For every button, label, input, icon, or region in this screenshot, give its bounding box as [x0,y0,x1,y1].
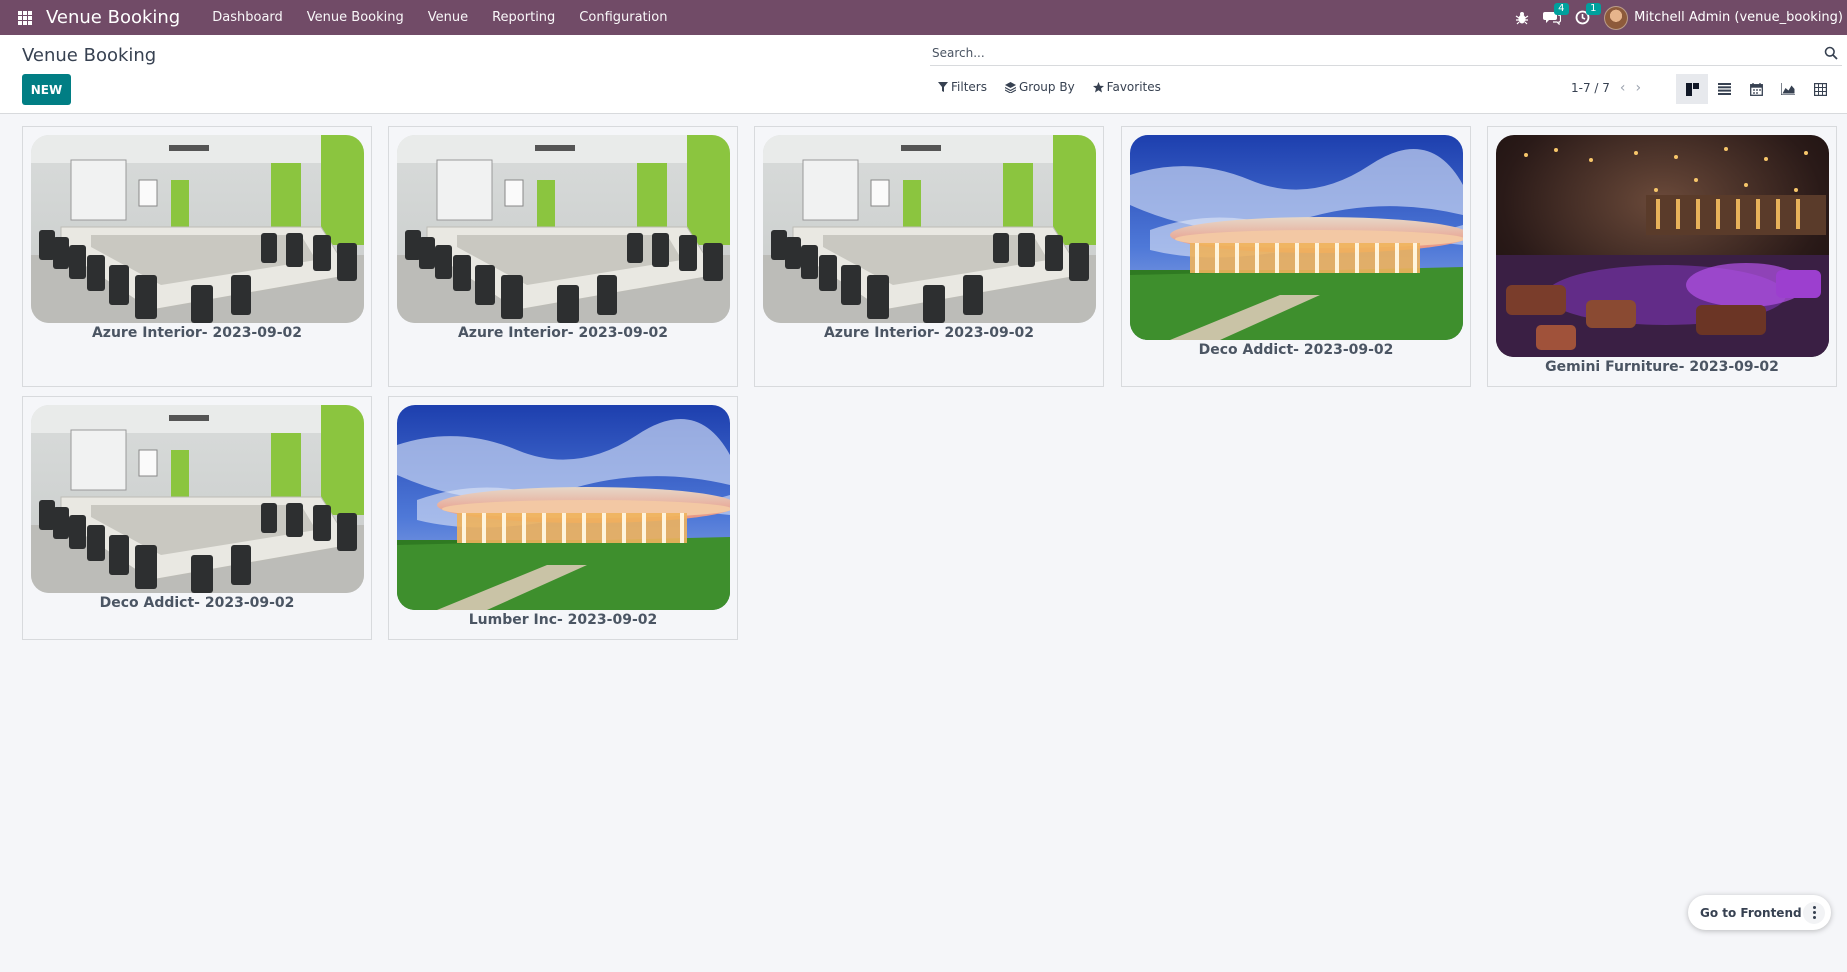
calendar-view-icon[interactable] [1740,74,1772,104]
card-title: Gemini Furniture- 2023-09-02 [1545,359,1779,375]
group-by-button[interactable]: Group By [1004,80,1075,94]
messages-chat-icon[interactable]: 4 [1543,3,1569,25]
view-switcher [1676,74,1836,104]
kanban-view-icon[interactable] [1676,74,1708,104]
pager: 1-7 / 7 ‹ › [1571,81,1641,95]
venue-image [397,135,730,323]
kanban-card[interactable]: Azure Interior- 2023-09-02 [388,126,738,387]
filters-button[interactable]: Filters [938,80,987,94]
search-options: Filters Group By Favorites [938,80,1161,94]
kanban-card[interactable]: Azure Interior- 2023-09-02 [754,126,1104,387]
venue-image [31,135,364,323]
venue-image [31,405,364,593]
navbar-systray: 4 1 Mitchell Admin (venue_booking) [1515,0,1847,35]
kanban-card[interactable]: Lumber Inc- 2023-09-02 [388,396,738,640]
menu-reporting[interactable]: Reporting [480,10,567,25]
search-icon[interactable] [1824,46,1838,60]
star-icon [1092,81,1104,92]
pivot-view-icon[interactable] [1804,74,1836,104]
debug-bug-icon[interactable] [1515,11,1529,25]
venue-image [1130,135,1463,340]
search-bar [930,41,1842,66]
go-to-frontend-button[interactable]: Go to Frontend [1700,906,1802,920]
menu-configuration[interactable]: Configuration [567,10,679,25]
app-brand[interactable]: Venue Booking [46,7,180,28]
venue-image [1496,135,1829,357]
favorites-label: Favorites [1106,80,1161,94]
user-name: Mitchell Admin (venue_booking) [1634,10,1843,25]
kanban-card[interactable]: Gemini Furniture- 2023-09-02 [1487,126,1837,387]
avatar [1604,5,1629,30]
activities-count-badge: 1 [1586,3,1601,15]
user-menu[interactable]: Mitchell Admin (venue_booking) [1604,5,1843,30]
menu-venue[interactable]: Venue [416,10,480,25]
messages-count-badge: 4 [1554,3,1569,15]
activity-clock-icon[interactable]: 1 [1575,3,1601,25]
filter-funnel-icon [938,82,948,92]
search-input[interactable] [930,46,1824,60]
graph-view-icon[interactable] [1772,74,1804,104]
menu-dashboard[interactable]: Dashboard [200,10,295,25]
app-menu-grid-icon[interactable] [18,10,32,25]
kanban-card[interactable]: Azure Interior- 2023-09-02 [22,126,372,387]
list-view-icon[interactable] [1708,74,1740,104]
card-title: Azure Interior- 2023-09-02 [823,325,1035,341]
group-by-label: Group By [1018,80,1075,94]
venue-image [763,135,1096,323]
card-title: Azure Interior- 2023-09-02 [457,325,669,341]
pager-value[interactable]: 1-7 / 7 [1571,81,1610,95]
card-title: Deco Addict- 2023-09-02 [1198,342,1394,358]
control-panel: Venue Booking NEW Filters Group By Favor… [0,35,1847,114]
page-title: Venue Booking [22,45,157,66]
top-navbar: Venue Booking Dashboard Venue Booking Ve… [0,0,1847,35]
menu-venue-booking[interactable]: Venue Booking [295,10,416,25]
more-options-icon[interactable] [1803,901,1825,924]
favorites-button[interactable]: Favorites [1092,80,1161,94]
card-title: Azure Interior- 2023-09-02 [91,325,303,341]
kanban-card[interactable]: Deco Addict- 2023-09-02 [1121,126,1471,387]
venue-image [397,405,730,610]
kanban-card[interactable]: Deco Addict- 2023-09-02 [22,396,372,640]
layers-icon [1004,81,1016,93]
filters-label: Filters [951,80,987,94]
pager-next-icon[interactable]: › [1636,81,1642,95]
card-title: Lumber Inc- 2023-09-02 [468,612,658,628]
pager-previous-icon[interactable]: ‹ [1620,81,1626,95]
card-title: Deco Addict- 2023-09-02 [99,595,295,611]
go-to-frontend-widget: Go to Frontend [1688,895,1831,930]
new-button[interactable]: NEW [22,74,71,105]
